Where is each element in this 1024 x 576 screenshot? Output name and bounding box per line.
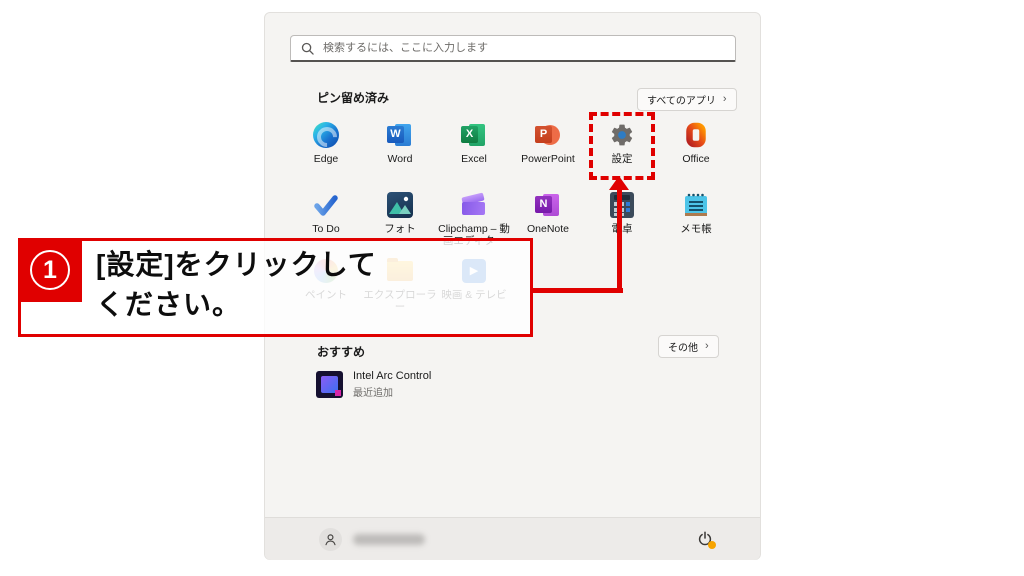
onenote-icon: N <box>535 192 561 218</box>
recommended-section-title: おすすめ <box>317 343 365 360</box>
app-tile-office[interactable]: Office <box>659 121 733 165</box>
recommended-item-subtitle: 最近追加 <box>353 384 431 399</box>
user-name-blurred <box>353 534 425 545</box>
edge-icon <box>313 122 339 148</box>
annotation-arrow-vertical <box>617 189 622 291</box>
recommended-item-text: Intel Arc Control 最近追加 <box>353 370 431 399</box>
app-tile-onenote[interactable]: N OneNote <box>511 191 585 235</box>
search-icon <box>301 42 314 55</box>
app-tile-excel[interactable]: X Excel <box>437 121 511 165</box>
excel-icon: X <box>461 122 487 148</box>
app-label: To Do <box>289 223 363 235</box>
step-number-badge: 1 <box>18 238 82 302</box>
app-label: OneNote <box>511 223 585 235</box>
recommended-item-name: Intel Arc Control <box>353 370 431 382</box>
all-apps-button[interactable]: すべてのアプリ › <box>637 88 737 111</box>
all-apps-label: すべてのアプリ <box>647 92 716 107</box>
app-label: メモ帳 <box>659 223 733 235</box>
app-label: Office <box>659 153 733 165</box>
power-button[interactable] <box>689 523 721 555</box>
user-account-button[interactable] <box>319 528 342 551</box>
app-label: フォト <box>363 223 437 235</box>
clipchamp-icon <box>461 192 487 218</box>
app-label: Edge <box>289 153 363 165</box>
step-number: 1 <box>30 250 70 290</box>
pinned-section-title: ピン留め済み <box>317 89 389 106</box>
update-pending-badge <box>708 541 716 549</box>
recommended-item-intel-arc-control[interactable]: Intel Arc Control 最近追加 <box>316 370 431 399</box>
app-label: PowerPoint <box>511 153 585 165</box>
app-tile-notepad[interactable]: メモ帳 <box>659 191 733 235</box>
app-tile-powerpoint[interactable]: P PowerPoint <box>511 121 585 165</box>
search-input[interactable] <box>323 42 735 54</box>
annotation-text: [設定]をクリックして ください。 <box>96 245 377 325</box>
app-tile-edge[interactable]: Edge <box>289 121 363 165</box>
photos-icon <box>387 192 413 218</box>
more-button[interactable]: その他 › <box>658 335 719 358</box>
app-tile-todo[interactable]: To Do <box>289 191 363 235</box>
app-label: Excel <box>437 153 511 165</box>
powerpoint-icon: P <box>535 122 561 148</box>
todo-check-icon <box>313 192 339 218</box>
settings-highlight-dashed-box <box>589 112 655 180</box>
search-box[interactable] <box>290 35 736 62</box>
screenshot-stage: ピン留め済み すべてのアプリ › Edge W Word X Excel P PowerPo… <box>0 0 1024 576</box>
calculator-icon <box>610 192 634 218</box>
office-icon <box>683 122 709 148</box>
chevron-right-icon: › <box>723 94 727 105</box>
app-tile-photos[interactable]: フォト <box>363 191 437 235</box>
annotation-line2: ください。 <box>96 285 377 325</box>
app-label: 電卓 <box>585 223 659 235</box>
app-tile-calculator[interactable]: 電卓 <box>585 191 659 235</box>
app-label: Word <box>363 153 437 165</box>
start-menu-footer <box>265 517 760 560</box>
annotation-line1: [設定]をクリックして <box>96 245 377 285</box>
notepad-icon <box>685 192 707 218</box>
app-tile-word[interactable]: W Word <box>363 121 437 165</box>
annotation-arrow-head <box>609 176 629 190</box>
intel-arc-control-icon <box>316 371 343 398</box>
word-icon: W <box>387 122 413 148</box>
annotation-arrow-horizontal <box>530 288 623 293</box>
chevron-right-icon: › <box>705 341 709 352</box>
person-icon <box>324 533 337 546</box>
more-label: その他 <box>668 339 698 354</box>
